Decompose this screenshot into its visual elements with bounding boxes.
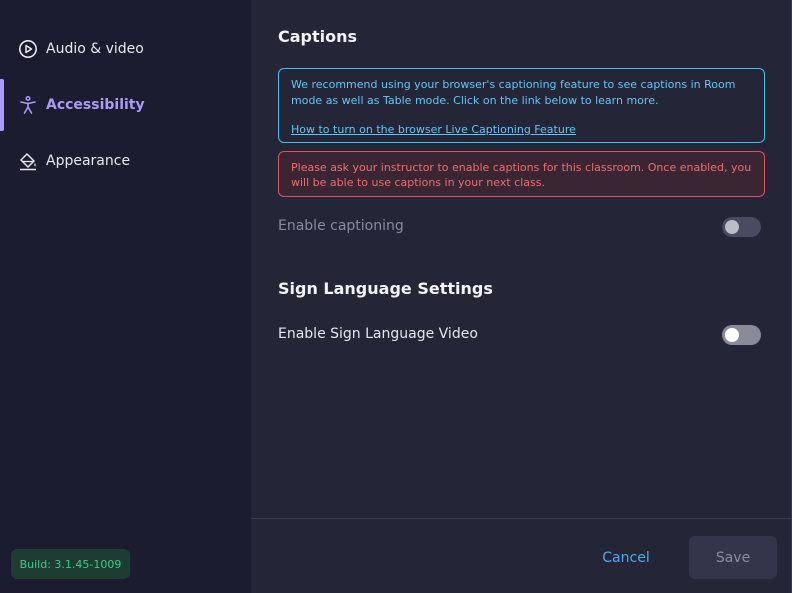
enable-sign-language-toggle[interactable]	[722, 325, 761, 345]
settings-sidebar: Audio & video Accessibility Appearance B…	[0, 0, 251, 593]
toggle-knob	[725, 328, 739, 342]
play-circle-icon	[18, 39, 38, 59]
enable-sign-language-label: Enable Sign Language Video	[278, 326, 478, 342]
build-version-badge: Build: 3.1.45-1009	[11, 549, 130, 579]
save-button[interactable]: Save	[689, 536, 777, 579]
sidebar-item-audio-video[interactable]: Audio & video	[0, 23, 251, 75]
accessibility-settings-panel: Captions We recommend using your browser…	[251, 0, 792, 593]
captions-info-text: We recommend using your browser's captio…	[291, 78, 736, 107]
sidebar-item-accessibility[interactable]: Accessibility	[0, 79, 251, 131]
captions-heading: Captions	[278, 27, 358, 46]
sidebar-item-label: Appearance	[46, 153, 131, 169]
captions-info-box: We recommend using your browser's captio…	[278, 68, 765, 143]
paint-bucket-icon	[18, 151, 38, 171]
captions-warning-text: Please ask your instructor to enable cap…	[291, 161, 752, 189]
footer-divider	[251, 518, 792, 519]
captions-warning-box: Please ask your instructor to enable cap…	[278, 151, 765, 197]
enable-captioning-label: Enable captioning	[278, 218, 404, 234]
sidebar-item-label: Accessibility	[46, 97, 145, 113]
live-captioning-help-link[interactable]: How to turn on the browser Live Captioni…	[291, 122, 752, 138]
cancel-button[interactable]: Cancel	[597, 536, 655, 580]
accessibility-icon	[18, 95, 38, 115]
sign-language-heading: Sign Language Settings	[278, 279, 493, 298]
enable-captioning-toggle[interactable]	[722, 217, 761, 237]
sidebar-item-label: Audio & video	[46, 41, 144, 57]
sidebar-item-appearance[interactable]: Appearance	[0, 135, 251, 187]
toggle-knob	[725, 220, 739, 234]
